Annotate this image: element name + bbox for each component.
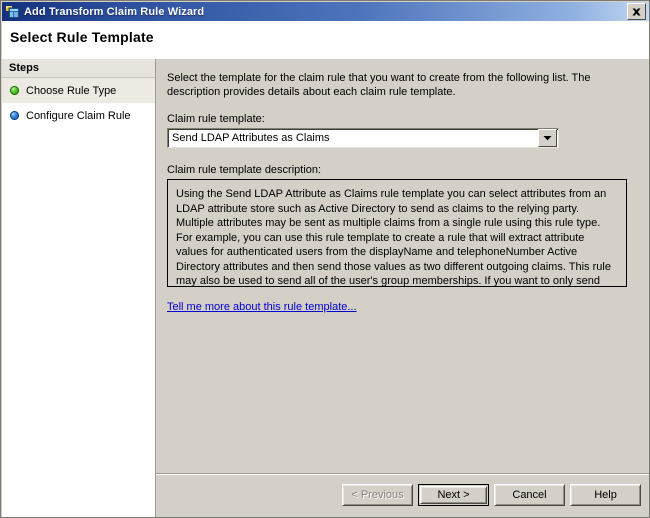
content-panel: Select the template for the claim rule t…: [156, 59, 649, 517]
next-button[interactable]: Next >: [418, 484, 489, 506]
footer-separator: [156, 473, 649, 475]
intro-text: Select the template for the claim rule t…: [167, 72, 591, 98]
claim-rule-template-value: Send LDAP Attributes as Claims: [172, 132, 330, 144]
footer-buttons: < Previous Next > Cancel Help: [342, 484, 641, 506]
steps-header: Steps: [2, 59, 155, 78]
sidebar-item-label: Choose Rule Type: [26, 84, 117, 97]
tell-me-more-link[interactable]: Tell me more about this rule template...: [167, 301, 357, 313]
footer-bar: < Previous Next > Cancel Help: [156, 468, 649, 517]
body-area: Steps Choose Rule Type Configure Claim R…: [2, 59, 649, 517]
wizard-window-icon: [5, 4, 21, 20]
close-icon[interactable]: [627, 3, 646, 20]
cancel-button[interactable]: Cancel: [494, 484, 565, 506]
content-inner: Select the template for the claim rule t…: [156, 59, 649, 468]
title-bar: Add Transform Claim Rule Wizard: [2, 2, 649, 21]
claim-rule-description-text: Using the Send LDAP Attribute as Claims …: [176, 188, 611, 287]
claim-rule-template-label: Claim rule template:: [167, 113, 265, 125]
claim-rule-description-box: Using the Send LDAP Attribute as Claims …: [167, 179, 627, 287]
previous-button[interactable]: < Previous: [342, 484, 413, 506]
step-status-dot-icon: [10, 86, 19, 95]
step-status-dot-icon: [10, 111, 19, 120]
sidebar-item-label: Configure Claim Rule: [26, 109, 131, 122]
chevron-down-icon[interactable]: [538, 129, 557, 147]
claim-rule-description-label: Claim rule template description:: [167, 164, 322, 176]
page-title: Select Rule Template: [10, 29, 154, 45]
steps-sidebar: Steps Choose Rule Type Configure Claim R…: [2, 59, 156, 517]
sidebar-item-choose-rule-type[interactable]: Choose Rule Type: [2, 78, 155, 103]
next-button-label: Next >: [420, 486, 487, 504]
claim-rule-template-select[interactable]: Send LDAP Attributes as Claims: [167, 128, 559, 148]
header-band: Select Rule Template: [2, 21, 649, 59]
window-title: Add Transform Claim Rule Wizard: [24, 5, 205, 18]
wizard-window: Add Transform Claim Rule Wizard Select R…: [0, 0, 650, 518]
help-button[interactable]: Help: [570, 484, 641, 506]
sidebar-item-configure-claim-rule[interactable]: Configure Claim Rule: [2, 103, 155, 128]
